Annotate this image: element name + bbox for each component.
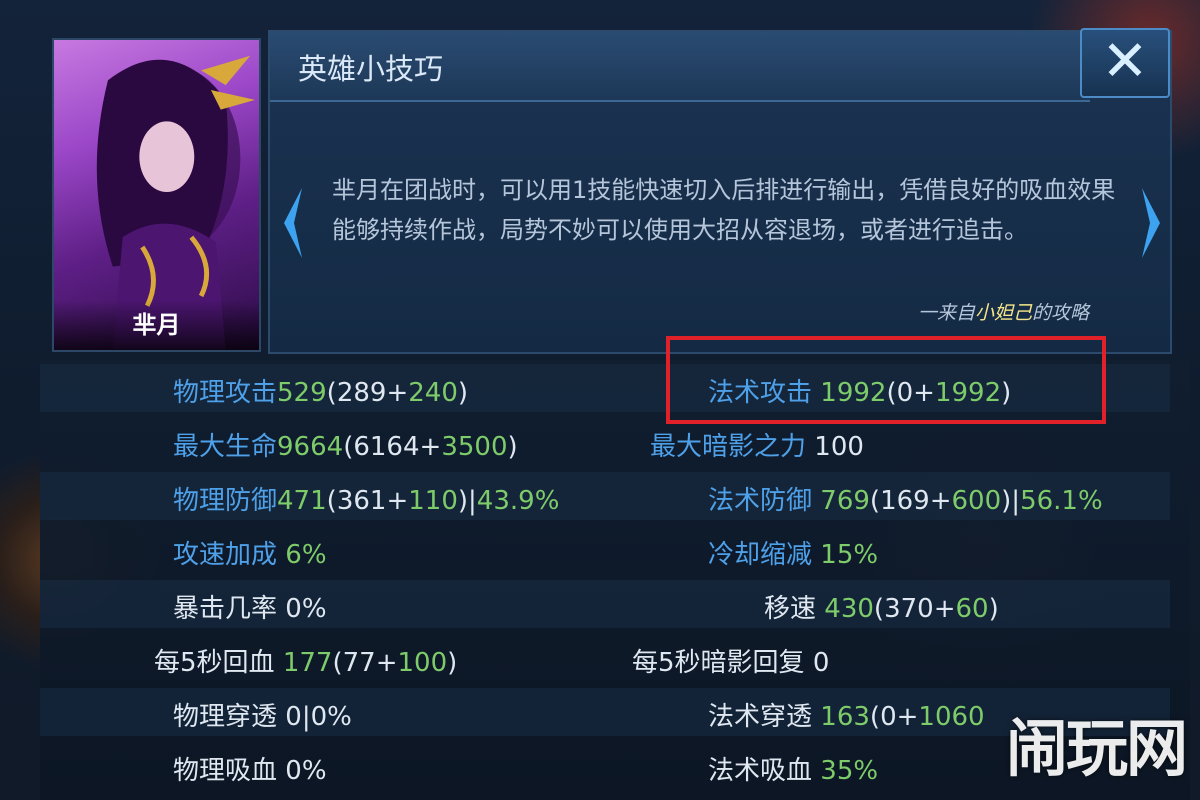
stat-plus: + [933, 594, 956, 624]
stat-bonus: 100 [397, 648, 448, 678]
stat-bonus: 600 [951, 486, 1002, 516]
stat-shadow-regen: 每5秒暗影回复 0 [632, 642, 829, 679]
tip-source: 一来自小妲己的攻略 [918, 298, 1089, 325]
stat-plus: + [896, 702, 919, 732]
stat-paren-close: )| [1001, 486, 1021, 516]
stat-paren-close: ) [457, 378, 469, 408]
close-button[interactable]: ✕ [1080, 28, 1170, 98]
stat-physical-attack: 物理攻击529(289+240) [173, 372, 468, 409]
stat-total: 100 [814, 432, 864, 462]
stat-total: 0 [812, 648, 830, 678]
stat-plus: + [386, 486, 409, 516]
stat-label: 物理攻击 [173, 378, 278, 408]
stat-label: 最大生命 [173, 432, 278, 462]
stat-total: 35% [820, 756, 879, 786]
stat-physical-defense: 物理防御471(361+110)|43.9% [173, 480, 559, 517]
tip-source-prefix: 一来自 [918, 302, 976, 324]
stat-total: 529 [277, 378, 327, 408]
stat-base: 289 [336, 378, 387, 408]
stat-label: 物理防御 [173, 486, 278, 516]
stat-bonus: 1060 [918, 702, 985, 732]
tip-title: 英雄小技巧 [298, 52, 444, 86]
stat-magic-lifesteal: 法术吸血 35% [708, 750, 878, 787]
stat-label: 冷却缩减 [708, 540, 813, 570]
stat-plus: + [386, 378, 409, 408]
stat-physical-lifesteal: 物理吸血 0% [173, 750, 327, 787]
stat-paren-open: ( [869, 702, 881, 732]
stat-total: 769 [820, 486, 870, 516]
stat-total: 15% [820, 540, 879, 570]
stat-plus: + [929, 486, 952, 516]
stat-paren-close: ) [447, 648, 458, 678]
stat-move-speed: 移速 430(370+60) [764, 588, 999, 625]
next-tip-arrow-icon[interactable] [1140, 186, 1164, 260]
stat-label: 法术穿透 [708, 702, 813, 732]
stat-bonus: 110 [408, 486, 458, 516]
stat-paren-open: ( [343, 432, 354, 462]
stat-label: 每5秒回血 [154, 648, 275, 678]
close-icon: ✕ [1101, 29, 1149, 94]
stat-attack-speed: 攻速加成 6% [173, 534, 327, 571]
stat-total: 471 [277, 486, 327, 516]
tip-source-author: 小妲己 [975, 302, 1033, 324]
stat-paren-close: )| [457, 486, 477, 516]
stat-max-shadow-power: 最大暗影之力 100 [650, 426, 864, 463]
stat-magic-defense: 法术防御 769(169+600)|56.1% [708, 480, 1103, 517]
stat-paren-close: ) [507, 432, 518, 462]
stat-total: 0% [285, 756, 327, 786]
tip-body-text: 芈月在团战时，可以用1技能快速切入后排进行输出，凭借良好的吸血效果能够持续作战，… [332, 176, 1116, 244]
stat-plus: + [375, 648, 398, 678]
stat-base: 361 [336, 486, 387, 516]
stat-total: 177 [282, 648, 333, 678]
stat-paren-open: ( [869, 486, 881, 516]
stat-total: 163 [820, 702, 870, 732]
stat-bonus: 60 [955, 594, 989, 624]
stat-base: 370 [884, 594, 934, 624]
stat-paren-open: ( [332, 648, 343, 678]
stat-paren-close: ) [988, 594, 999, 624]
tip-source-suffix: 的攻略 [1032, 302, 1090, 324]
stat-label: 物理穿透 [173, 702, 278, 732]
stat-cooldown-reduction: 冷却缩减 15% [708, 534, 878, 571]
hero-name: 芈月 [132, 311, 181, 339]
site-watermark: 闹玩网 [1005, 712, 1188, 785]
stat-physical-penetration: 物理穿透 0|0% [173, 696, 352, 733]
stat-hp-regen: 每5秒回血 177(77+100) [154, 642, 457, 679]
stat-total: 0% [285, 594, 327, 624]
stat-total: 0|0% [285, 702, 352, 732]
stat-total: 9664 [277, 432, 344, 462]
stat-base: 0 [880, 702, 897, 732]
stat-label: 法术防御 [708, 486, 813, 516]
stat-plus: + [419, 432, 442, 462]
tip-header: 英雄小技巧 [270, 32, 1090, 102]
stat-label: 攻速加成 [173, 540, 278, 570]
stat-crit-chance: 暴击几率 0% [173, 588, 327, 625]
hero-portrait-card: 芈月 [52, 38, 261, 352]
highlight-annotation-box [666, 336, 1106, 424]
stat-label: 移速 [764, 594, 817, 624]
stat-paren-open: ( [873, 594, 885, 624]
stat-base: 169 [880, 486, 930, 516]
stat-paren-open: ( [326, 378, 337, 408]
stat-bonus: 240 [408, 378, 458, 408]
stat-max-health: 最大生命9664(6164+3500) [173, 426, 518, 463]
stat-label: 物理吸血 [173, 756, 278, 786]
stat-total: 6% [285, 540, 327, 570]
stat-bonus: 3500 [441, 432, 508, 462]
stat-extra: 43.9% [476, 486, 560, 516]
stat-base: 6164 [353, 432, 420, 462]
stat-label: 每5秒暗影回复 [632, 648, 805, 678]
prev-tip-arrow-icon[interactable] [280, 186, 304, 260]
stat-magic-penetration: 法术穿透 163(0+1060 [708, 696, 985, 733]
stat-base: 77 [342, 648, 376, 678]
stat-extra: 56.1% [1020, 486, 1103, 516]
stat-paren-open: ( [326, 486, 337, 516]
stat-total: 430 [824, 594, 874, 624]
stat-label: 最大暗影之力 [650, 432, 807, 462]
stat-label: 法术吸血 [708, 756, 813, 786]
stat-label: 暴击几率 [173, 594, 278, 624]
